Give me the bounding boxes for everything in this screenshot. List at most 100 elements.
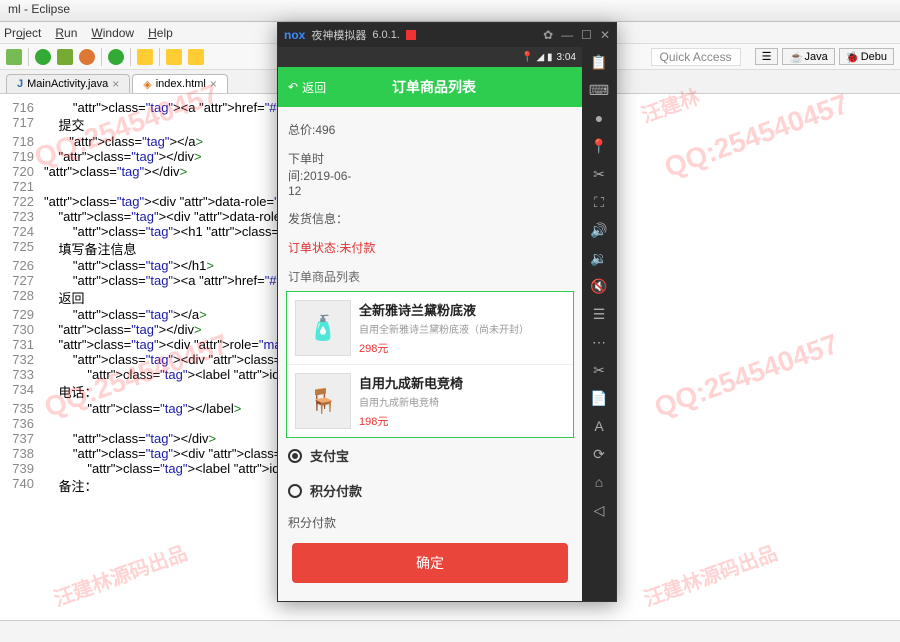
sidebar-tool-icon[interactable]: 📋 bbox=[590, 53, 608, 71]
line-number: 725 bbox=[0, 239, 44, 258]
perspective-switcher: ☰ ☕Java 🐞Debu bbox=[755, 48, 894, 65]
nav-back-icon[interactable] bbox=[166, 49, 182, 65]
perspective-java[interactable]: ☕Java bbox=[782, 48, 834, 65]
line-number: 721 bbox=[0, 179, 44, 194]
line-number: 738 bbox=[0, 446, 44, 461]
emulator-title-bar: nox 夜神模拟器 6.0.1. ✿ — ☐ ✕ bbox=[278, 23, 616, 47]
line-number: 717 bbox=[0, 115, 44, 134]
line-number: 724 bbox=[0, 224, 44, 239]
search-icon[interactable] bbox=[137, 49, 153, 65]
sidebar-tool-icon[interactable]: ☰ bbox=[590, 305, 608, 323]
sidebar-tool-icon[interactable]: ⟳ bbox=[590, 445, 608, 463]
line-number: 716 bbox=[0, 100, 44, 115]
line-number: 736 bbox=[0, 416, 44, 431]
status-icons: 📍 ◢ ▮ bbox=[521, 52, 552, 63]
sidebar-tool-icon[interactable]: ⌨ bbox=[590, 81, 608, 99]
close-icon[interactable]: × bbox=[112, 77, 119, 91]
emulator-window: nox 夜神模拟器 6.0.1. ✿ — ☐ ✕ 📍 ◢ ▮ 3:04 ↶ 返回… bbox=[277, 22, 617, 602]
sidebar-tool-icon[interactable]: ◁ bbox=[590, 501, 608, 519]
sidebar-tool-icon[interactable]: ⌂ bbox=[590, 473, 608, 491]
perspective-debug[interactable]: 🐞Debu bbox=[839, 48, 894, 65]
menu-run[interactable]: Run bbox=[55, 26, 77, 40]
line-number: 726 bbox=[0, 258, 44, 273]
minimize-icon[interactable]: — bbox=[561, 28, 573, 42]
emulator-sidebar: 📋 ⌨ ● 📍 ✂ ⛶ 🔊 🔉 🔇 ☰ ⋯ ✂ 📄 A ⟳ ⌂ ◁ bbox=[582, 47, 616, 601]
sidebar-tool-icon[interactable]: 📍 bbox=[590, 137, 608, 155]
line-number: 733 bbox=[0, 367, 44, 382]
line-number: 732 bbox=[0, 352, 44, 367]
java-icon: ☕ bbox=[789, 51, 801, 63]
nox-logo: nox bbox=[284, 28, 305, 42]
sidebar-tool-icon[interactable]: ⛶ bbox=[590, 193, 608, 211]
line-number: 735 bbox=[0, 401, 44, 416]
window-title: ml - Eclipse bbox=[0, 0, 900, 22]
status-time: 3:04 bbox=[557, 52, 576, 63]
product-price: 198元 bbox=[359, 413, 565, 429]
line-number: 734 bbox=[0, 382, 44, 401]
app-body[interactable]: 总价:496 下单时 间:2019-06- 12 发货信息： 订单状态:未付款 … bbox=[278, 107, 582, 601]
order-status: 订单状态:未付款 bbox=[286, 233, 574, 262]
radio-icon[interactable] bbox=[288, 484, 302, 498]
line-number: 730 bbox=[0, 322, 44, 337]
delivery-info: 发货信息： bbox=[286, 204, 574, 233]
product-thumb: 🧴 bbox=[295, 300, 351, 356]
debug-icon: 🐞 bbox=[846, 51, 858, 63]
tab-mainactivity[interactable]: JMainActivity.java× bbox=[6, 74, 130, 93]
launch-icon[interactable] bbox=[108, 49, 124, 65]
menu-project[interactable]: Project bbox=[4, 26, 41, 40]
product-thumb: 🪑 bbox=[295, 373, 351, 429]
product-desc: 自用全新雅诗兰黛粉底液（尚未开封） bbox=[359, 321, 565, 336]
product-list: 🧴 全新雅诗兰黛粉底液 自用全新雅诗兰黛粉底液（尚未开封） 298元 🪑 自用九… bbox=[286, 291, 574, 438]
confirm-button[interactable]: 确定 bbox=[292, 543, 568, 583]
sidebar-tool-icon[interactable]: ● bbox=[590, 109, 608, 127]
sidebar-tool-icon[interactable]: 🔇 bbox=[590, 277, 608, 295]
sidebar-tool-icon[interactable]: 📄 bbox=[590, 389, 608, 407]
line-number: 718 bbox=[0, 134, 44, 149]
pay-option[interactable]: 积分付款 bbox=[286, 473, 574, 508]
radio-icon[interactable] bbox=[288, 449, 302, 463]
line-number: 740 bbox=[0, 476, 44, 495]
product-item[interactable]: 🧴 全新雅诗兰黛粉底液 自用全新雅诗兰黛粉底液（尚未开封） 298元 bbox=[287, 292, 573, 365]
back-button[interactable]: ↶ 返回 bbox=[288, 79, 326, 96]
line-number: 737 bbox=[0, 431, 44, 446]
sidebar-tool-icon[interactable]: ✂ bbox=[590, 361, 608, 379]
tab-index-html[interactable]: ◈index.html× bbox=[132, 74, 228, 93]
product-name: 全新雅诗兰黛粉底液 bbox=[359, 300, 565, 319]
quick-access-input[interactable]: Quick Access bbox=[651, 48, 741, 66]
points-pay-label: 积分付款 bbox=[286, 508, 574, 537]
record-indicator-icon bbox=[406, 30, 416, 40]
line-number: 739 bbox=[0, 461, 44, 476]
total-price: 总价:496 bbox=[286, 115, 574, 144]
pay-option-label: 积分付款 bbox=[310, 481, 362, 500]
menu-help[interactable]: Help bbox=[148, 26, 173, 40]
sidebar-tool-icon[interactable]: A bbox=[590, 417, 608, 435]
menu-window[interactable]: Window bbox=[91, 26, 134, 40]
product-desc: 自用九成新电竞椅 bbox=[359, 394, 565, 409]
status-bar bbox=[0, 620, 900, 642]
pay-option-label: 支付宝 bbox=[310, 446, 349, 465]
line-number: 728 bbox=[0, 288, 44, 307]
perspective-open-icon[interactable]: ☰ bbox=[755, 48, 779, 65]
debug-icon[interactable] bbox=[57, 49, 73, 65]
settings-icon[interactable]: ✿ bbox=[543, 28, 553, 42]
sidebar-tool-icon[interactable]: ✂ bbox=[590, 165, 608, 183]
toolbar-icon[interactable] bbox=[6, 49, 22, 65]
order-time: 下单时 间:2019-06- 12 bbox=[286, 144, 574, 204]
app-title: 订单商品列表 bbox=[326, 77, 542, 97]
maximize-icon[interactable]: ☐ bbox=[581, 28, 592, 42]
close-icon[interactable]: ✕ bbox=[600, 28, 610, 42]
sidebar-tool-icon[interactable]: 🔊 bbox=[590, 221, 608, 239]
line-number: 720 bbox=[0, 164, 44, 179]
product-item[interactable]: 🪑 自用九成新电竞椅 自用九成新电竞椅 198元 bbox=[287, 365, 573, 437]
ext-run-icon[interactable] bbox=[79, 49, 95, 65]
android-status-bar: 📍 ◢ ▮ 3:04 bbox=[278, 47, 582, 67]
nav-fwd-icon[interactable] bbox=[188, 49, 204, 65]
close-icon[interactable]: × bbox=[210, 77, 217, 91]
java-file-icon: J bbox=[17, 78, 23, 90]
sidebar-tool-icon[interactable]: 🔉 bbox=[590, 249, 608, 267]
line-number: 729 bbox=[0, 307, 44, 322]
run-icon[interactable] bbox=[35, 49, 51, 65]
sidebar-tool-icon[interactable]: ⋯ bbox=[590, 333, 608, 351]
pay-option[interactable]: 支付宝 bbox=[286, 438, 574, 473]
emulator-title: 夜神模拟器 bbox=[311, 27, 366, 43]
